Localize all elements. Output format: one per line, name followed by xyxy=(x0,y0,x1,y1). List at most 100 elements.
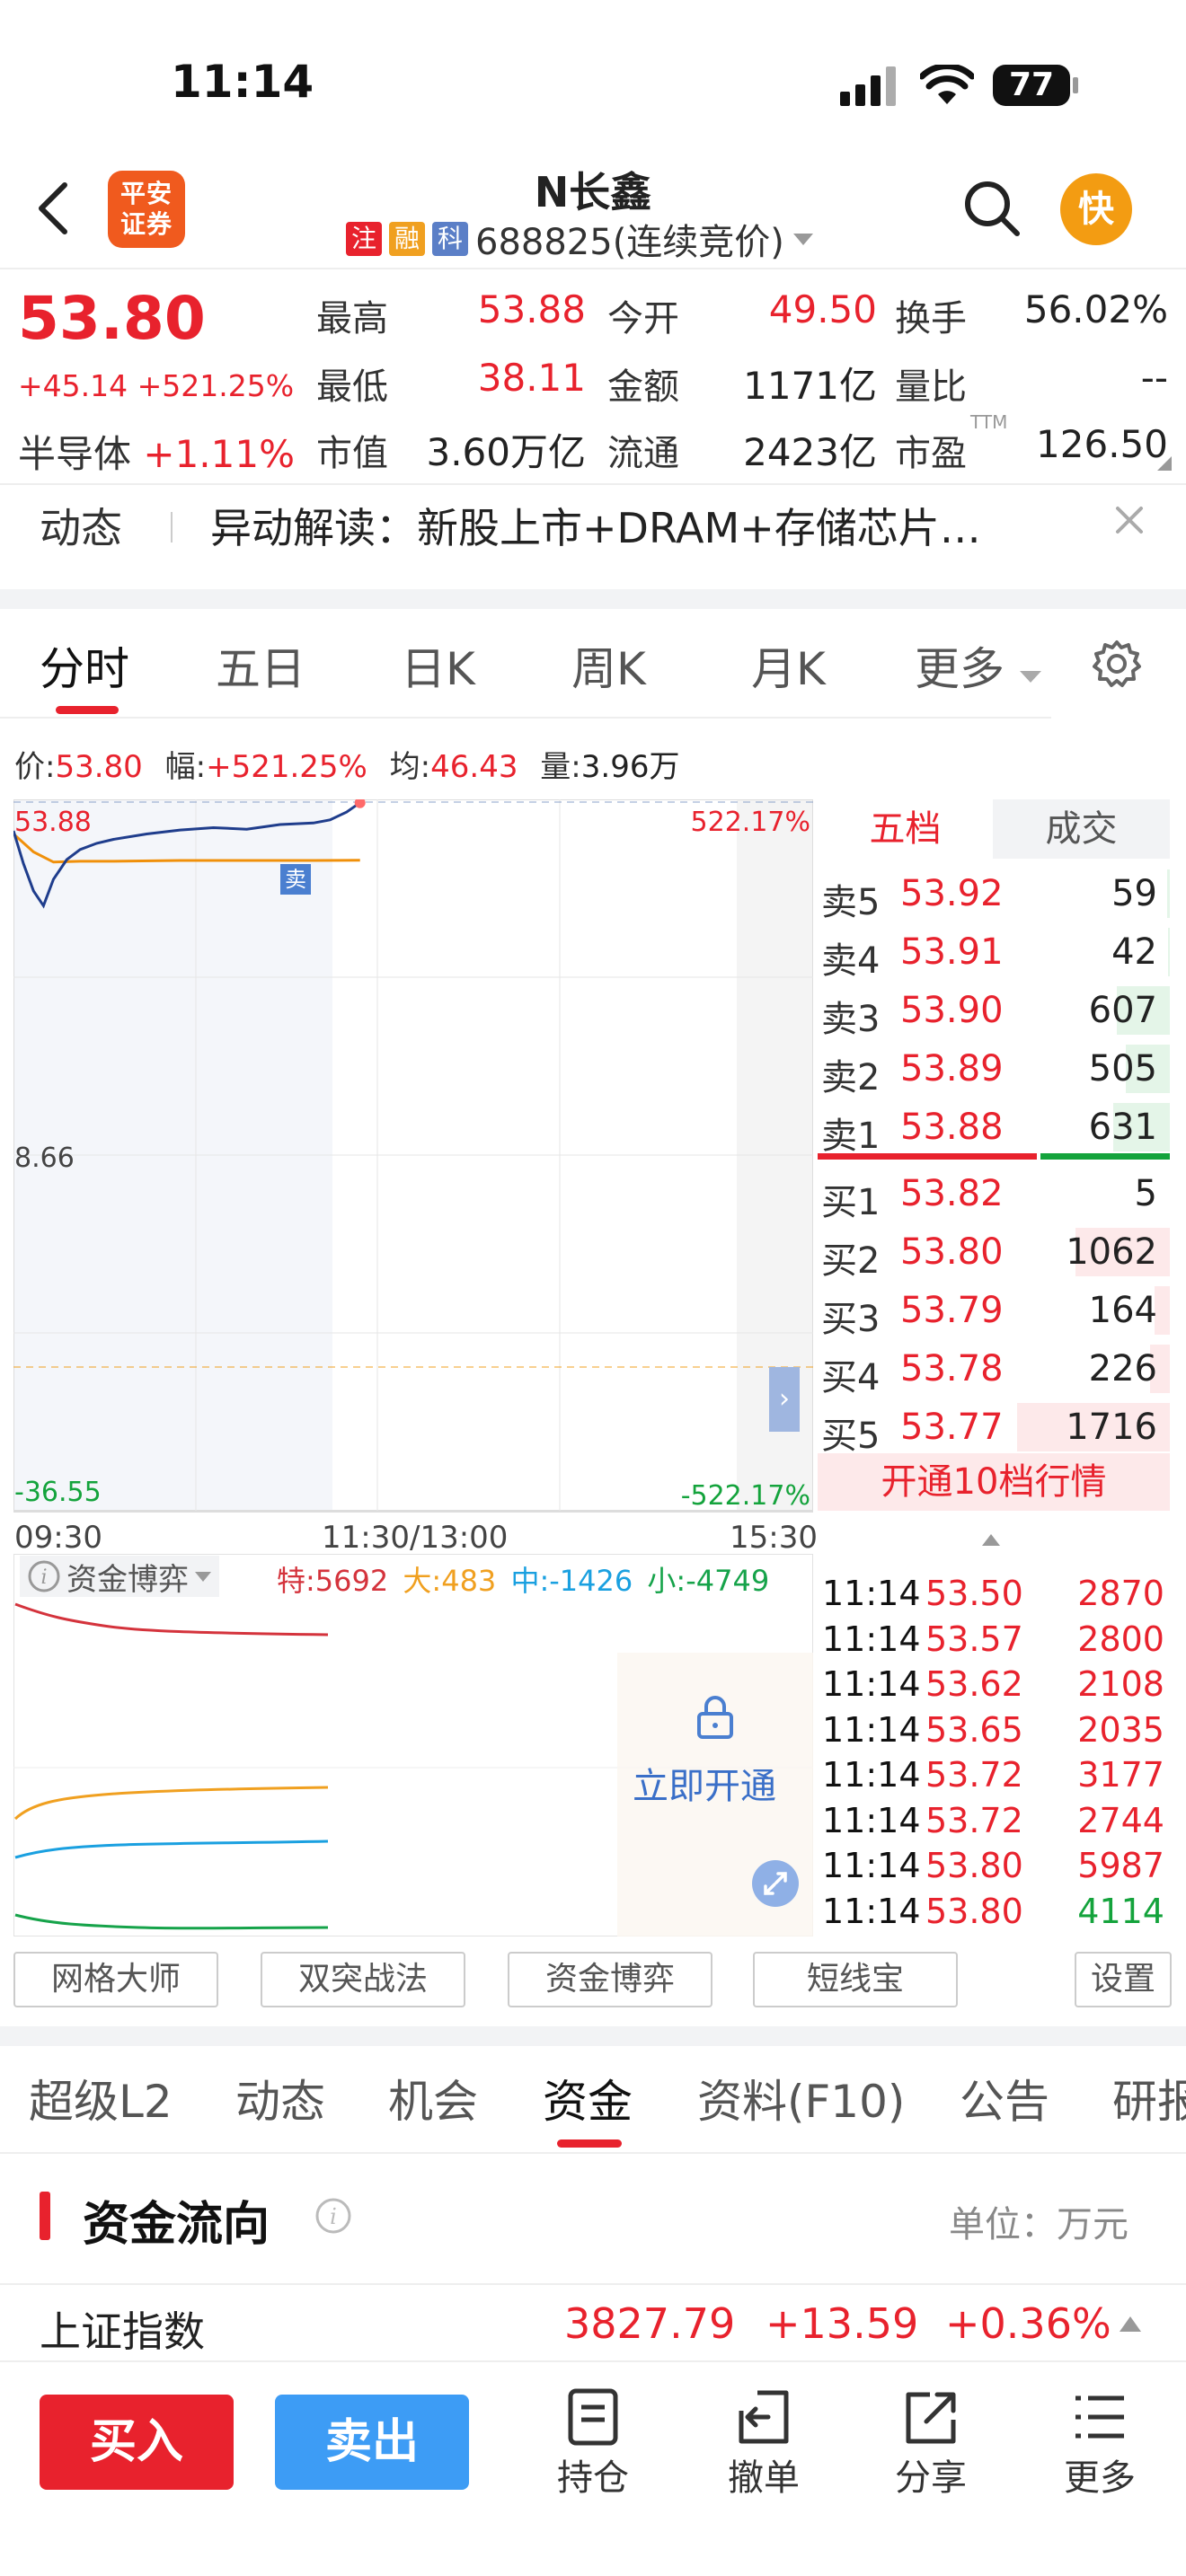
tab-more[interactable]: 更多 xyxy=(915,633,1042,698)
tab-day-k[interactable]: 日K xyxy=(401,633,475,698)
ask-row-5[interactable]: 卖1 53.88 631 xyxy=(818,1098,1170,1157)
nav-tab-funds[interactable]: 资金 xyxy=(543,2066,633,2130)
ask-row-4[interactable]: 卖2 53.89 505 xyxy=(818,1039,1170,1098)
stock-code-row[interactable]: 注 融 科 688825(连续竞价) xyxy=(346,217,815,263)
ask-label: 卖1 xyxy=(821,1116,881,1157)
fund-line-zhong xyxy=(14,1839,329,1859)
sell-button[interactable]: 卖出 xyxy=(275,2395,469,2490)
volratio-value: -- xyxy=(1140,356,1168,400)
tool-grid-master[interactable]: 网格大师 xyxy=(13,1952,218,2007)
level10-upgrade-button[interactable]: 开通10档行情 xyxy=(818,1453,1170,1511)
wifi-icon xyxy=(920,65,974,104)
fund-game-caret-icon xyxy=(195,1572,211,1582)
index-collapse-icon[interactable] xyxy=(1118,2314,1143,2333)
nav-tab-f10[interactable]: 资料(F10) xyxy=(697,2066,905,2130)
tick-price: 53.80 xyxy=(925,1891,1023,1931)
bid-row-5[interactable]: 买5 53.77 1716 xyxy=(818,1398,1170,1457)
search-icon[interactable] xyxy=(963,180,1021,239)
fund-game-label: 资金博弈 xyxy=(66,1561,189,1598)
sector-change-pct: +1.11% xyxy=(143,432,295,476)
expand-icon[interactable] xyxy=(751,1859,800,1908)
bid-label: 买1 xyxy=(821,1182,881,1223)
ask-price: 53.89 xyxy=(900,1048,1004,1090)
status-time: 11:14 xyxy=(171,56,314,108)
settings-gear-icon[interactable] xyxy=(1093,640,1141,688)
tool-settings[interactable]: 设置 xyxy=(1075,1952,1172,2007)
ask-vol: 42 xyxy=(1111,931,1157,973)
news-headline[interactable]: 异动解读：新股上市+DRAM+存储芯片… xyxy=(210,496,1082,555)
unlock-button[interactable]: 立即开通 xyxy=(633,1757,776,1809)
ask-row-3[interactable]: 卖3 53.90 607 xyxy=(818,981,1170,1040)
tag-star-market: 科 xyxy=(432,222,468,256)
info-icon[interactable]: i xyxy=(27,1559,61,1593)
tool-double-breakout[interactable]: 双突战法 xyxy=(261,1952,465,2007)
header-divider xyxy=(0,268,1186,269)
index-change-pct: +0.36% xyxy=(945,2299,1111,2348)
x-start-label: 09:30 xyxy=(14,1520,102,1556)
nav-tab-l2[interactable]: 超级L2 xyxy=(29,2066,173,2130)
amount-value: 1171亿 xyxy=(743,364,877,408)
low-value: 38.11 xyxy=(477,356,586,400)
cancel-order-button[interactable]: 撤单 xyxy=(701,2386,827,2501)
expand-panel-handle[interactable]: › xyxy=(769,1367,800,1432)
bid-vol: 226 xyxy=(1088,1348,1157,1389)
nav-tab-research[interactable]: 研报 xyxy=(1112,2066,1186,2130)
pct-bottom-label: -522.17% xyxy=(680,1480,810,1512)
bid-row-3[interactable]: 买3 53.79 164 xyxy=(818,1281,1170,1340)
high-label: 最高 xyxy=(316,298,388,340)
tab-five-day[interactable]: 五日 xyxy=(216,633,305,698)
fund-flow-title: 资金流向 xyxy=(83,2198,270,2252)
buy-button[interactable]: 买入 xyxy=(40,2395,234,2490)
tick-price: 53.57 xyxy=(925,1619,1023,1659)
tool-fund-game[interactable]: 资金博弈 xyxy=(508,1952,712,2007)
tab-intraday[interactable]: 分时 xyxy=(40,633,129,698)
fund-game-selector[interactable]: i 资金博弈 xyxy=(20,1556,219,1598)
tab-week-k[interactable]: 周K xyxy=(571,633,646,698)
chart-bottom-rule xyxy=(13,1511,813,1513)
ticks-scroll-up-icon[interactable] xyxy=(981,1532,1001,1547)
more-button[interactable]: 更多 xyxy=(1037,2386,1163,2501)
ask-row-2[interactable]: 卖4 53.91 42 xyxy=(818,922,1170,982)
fund-flow-info-icon[interactable]: i xyxy=(314,2197,352,2235)
nav-tab-opportunity[interactable]: 机会 xyxy=(388,2066,478,2130)
ask-vol: 607 xyxy=(1088,990,1157,1031)
info-price-label: 价: xyxy=(14,749,56,785)
close-icon[interactable] xyxy=(1114,505,1145,535)
tab-month-k[interactable]: 月K xyxy=(751,633,826,698)
nav-tab-announcements[interactable]: 公告 xyxy=(960,2066,1049,2130)
float-value: 2423亿 xyxy=(743,430,877,474)
index-name[interactable]: 上证指数 xyxy=(40,2299,205,2359)
lock-icon[interactable] xyxy=(695,1696,735,1739)
holdings-button[interactable]: 持仓 xyxy=(530,2386,656,2501)
x-mid-label: 11:30/13:00 xyxy=(322,1520,509,1556)
intraday-chart[interactable] xyxy=(13,799,813,1511)
ask-label: 卖3 xyxy=(821,999,881,1040)
index-value: 3827.79 xyxy=(564,2299,736,2348)
sector-change[interactable]: 半导体 +1.11% xyxy=(18,424,295,479)
tick-time: 11:14 xyxy=(822,1619,921,1659)
sell-marker[interactable]: 卖 xyxy=(280,864,311,895)
share-button[interactable]: 分享 xyxy=(868,2386,994,2501)
info-range-label: 幅: xyxy=(164,749,207,785)
ask-label: 卖5 xyxy=(821,882,881,923)
book-tab-trades[interactable]: 成交 xyxy=(993,799,1170,859)
price-change-pct: +521.25% xyxy=(137,368,295,403)
nav-tab-news[interactable]: 动态 xyxy=(235,2066,325,2130)
ask-vol: 631 xyxy=(1088,1107,1157,1148)
tab-divider xyxy=(0,717,1051,719)
tool-short-line[interactable]: 短线宝 xyxy=(753,1952,958,2007)
ask-bid-divider-red xyxy=(818,1153,1037,1160)
bid-row-2[interactable]: 买2 53.80 1062 xyxy=(818,1222,1170,1282)
tick-time: 11:14 xyxy=(822,1891,921,1931)
fund-line-da xyxy=(13,1786,329,1821)
ask-row-1[interactable]: 卖5 53.92 59 xyxy=(818,864,1170,923)
cancel-order-label: 撤单 xyxy=(728,2457,800,2499)
quick-trade-button[interactable]: 快 xyxy=(1060,173,1132,245)
bid-label: 买3 xyxy=(821,1299,881,1340)
bid-row-1[interactable]: 买1 53.82 5 xyxy=(818,1164,1170,1223)
news-separator xyxy=(171,512,173,543)
book-tab-five-level[interactable]: 五档 xyxy=(818,799,993,859)
bid-row-4[interactable]: 买4 53.78 226 xyxy=(818,1339,1170,1398)
stock-code: 688825(连续竞价) xyxy=(475,222,784,263)
bid-label: 买4 xyxy=(821,1357,881,1398)
